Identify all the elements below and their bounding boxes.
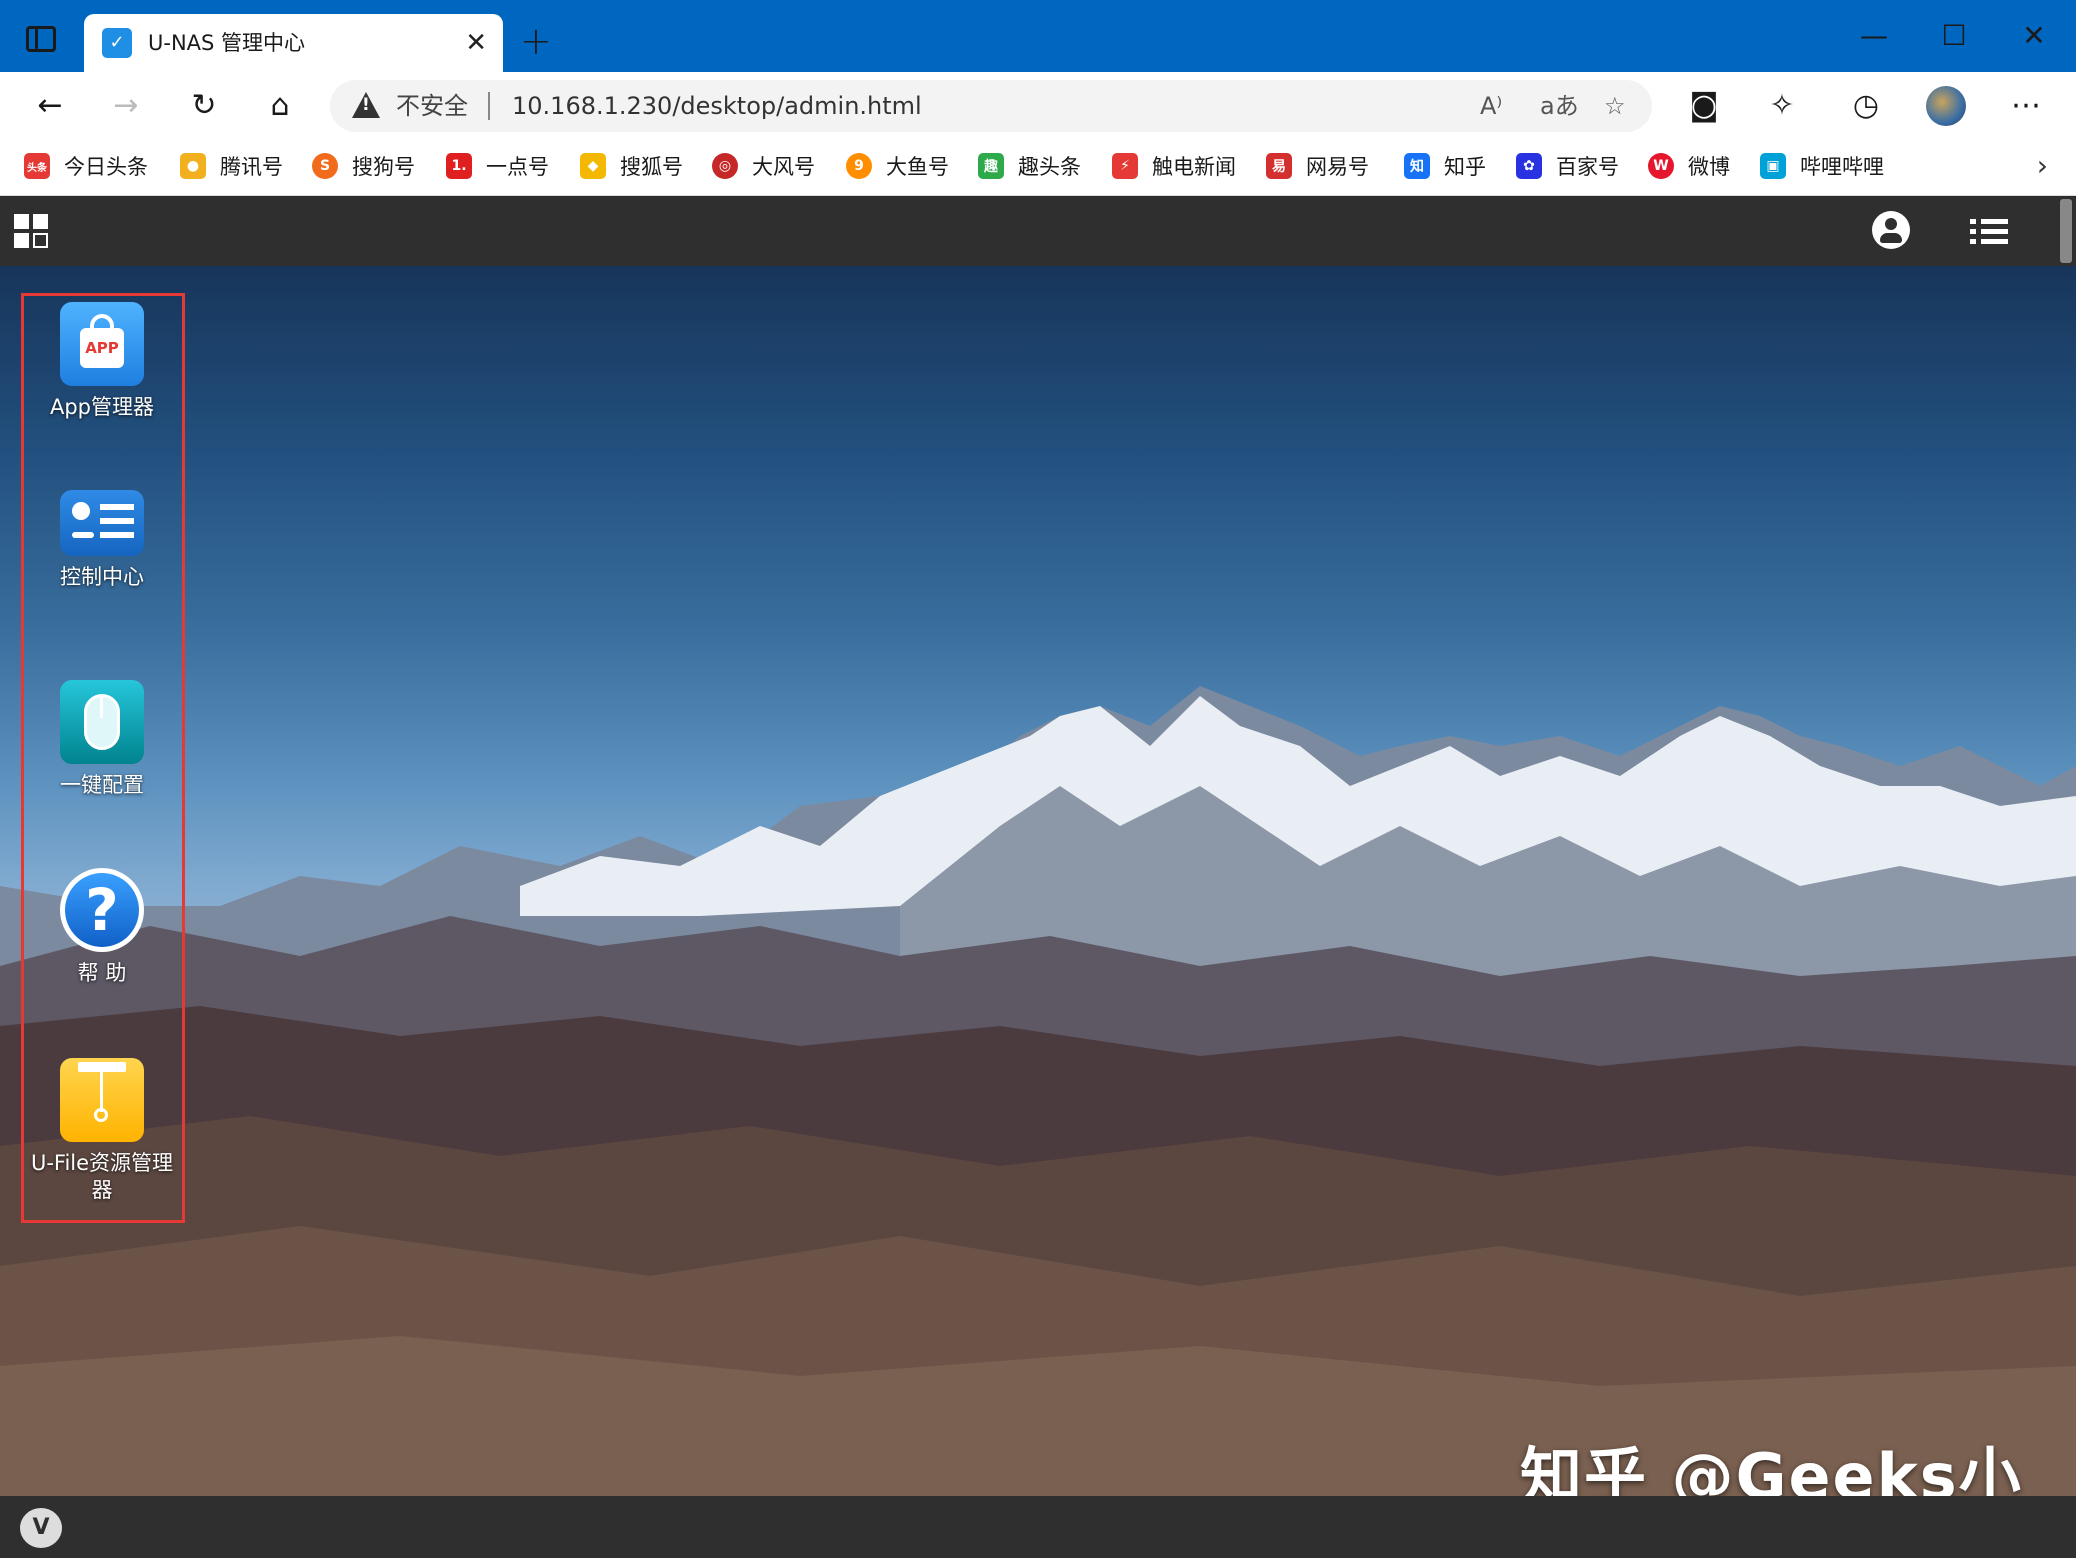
watermark-text: 知乎 @Geeks小树	[1520, 1440, 2023, 1496]
minimize-button[interactable]: —	[1854, 18, 1894, 54]
app-label: App管理器	[49, 395, 155, 419]
close-window-button[interactable]: ✕	[2014, 18, 2054, 54]
bookmark-item[interactable]: 趣趣头条	[978, 150, 1081, 182]
scrollbar[interactable]	[2056, 197, 2076, 266]
qutoutiao-icon: 趣	[978, 153, 1004, 179]
translate-icon[interactable]: aあ	[1540, 90, 1579, 122]
app-label: 一键配置	[60, 773, 144, 797]
sogou-icon: S	[312, 153, 338, 179]
favorites-bar: 头条 今日头条 ● 腾讯号 S 搜狗号 1. 一点号 ◆ 搜狐号 ◎ 大风号 9 大鱼号 趣趣…	[0, 138, 2076, 196]
favorite-add-icon[interactable]: ☆	[1604, 90, 1626, 122]
forward-icon[interactable]: →	[106, 86, 146, 126]
tencent-icon: ●	[180, 153, 206, 179]
help-app[interactable]: ? 帮 助	[24, 868, 180, 987]
nas-taskbar: V	[0, 1496, 2076, 1558]
url-text[interactable]: 10.168.1.230/desktop/admin.html	[512, 90, 922, 122]
bookmark-item[interactable]: ⚡ 触电新闻	[1112, 150, 1236, 182]
toutiao-icon: 头条	[24, 153, 50, 179]
bookmark-item[interactable]: 1. 一点号	[446, 150, 549, 182]
app-label: U-File资源管理器	[30, 1151, 174, 1202]
control-panel-icon	[60, 490, 144, 556]
weibo-icon: W	[1648, 153, 1674, 179]
app-label: 帮 助	[77, 961, 127, 985]
profile-avatar[interactable]	[1926, 86, 1966, 126]
bookmark-label: 大风号	[752, 155, 815, 179]
bookmark-label: 今日头条	[64, 155, 148, 179]
read-aloud-icon[interactable]: A⁾	[1480, 90, 1502, 122]
netease-icon: 易	[1266, 153, 1292, 179]
bookmark-label: 趣头条	[1018, 155, 1081, 179]
mountain-landscape	[0, 686, 2076, 1496]
app-store-icon: APP	[60, 302, 144, 386]
extensions-icon[interactable]: ✧	[1762, 86, 1802, 126]
bookmark-label: 百家号	[1556, 155, 1619, 179]
bookmark-item[interactable]: 头条 今日头条	[24, 150, 148, 182]
desktop-wallpaper: APP App管理器 控制中心 一键配置 ? 帮 助 U-File资源管理器 知…	[0, 266, 2076, 1496]
bookmark-label: 网易号	[1306, 155, 1369, 179]
bookmark-item[interactable]: ✿ 百家号	[1516, 150, 1619, 182]
warning-icon[interactable]	[352, 92, 380, 118]
bookmark-item[interactable]: 易网易号	[1266, 150, 1369, 182]
new-tab-button[interactable]: +	[520, 22, 552, 60]
browser-titlebar: ✓ U-NAS 管理中心 ✕ + — ☐ ✕	[0, 0, 2076, 72]
tab-close-icon[interactable]: ✕	[465, 28, 487, 58]
yidian-icon: 1.	[446, 153, 472, 179]
control-center-app[interactable]: 控制中心	[24, 490, 180, 591]
unas-logo-icon[interactable]: V	[20, 1508, 62, 1548]
dayu-icon: 9	[846, 153, 872, 179]
sohu-icon: ◆	[580, 153, 606, 179]
bookmark-label: 搜狗号	[352, 155, 415, 179]
maximize-button[interactable]: ☐	[1934, 18, 1974, 54]
mouse-icon	[60, 680, 144, 764]
app-label: 控制中心	[60, 565, 144, 589]
bookmark-item[interactable]: ▣ 哔哩哔哩	[1760, 150, 1884, 182]
back-icon[interactable]: ←	[30, 86, 70, 126]
address-bar[interactable]: 不安全 10.168.1.230/desktop/admin.html A⁾ a…	[330, 80, 1652, 132]
help-question-icon: ?	[60, 868, 144, 952]
browser-tab[interactable]: ✓ U-NAS 管理中心 ✕	[84, 14, 503, 72]
tab-actions-icon[interactable]	[26, 26, 56, 52]
tab-title: U-NAS 管理中心	[148, 31, 306, 55]
bookmark-label: 腾讯号	[220, 155, 283, 179]
history-icon[interactable]: ◷	[1846, 86, 1886, 126]
bookmark-item[interactable]: ● 腾讯号	[180, 150, 283, 182]
security-label[interactable]: 不安全	[396, 90, 468, 122]
user-icon[interactable]	[1872, 211, 1910, 249]
ufile-manager-app[interactable]: U-File资源管理器	[24, 1058, 180, 1204]
start-menu-icon[interactable]	[14, 214, 50, 250]
unas-favicon-icon: ✓	[102, 28, 132, 58]
home-icon[interactable]: ⌂	[260, 86, 300, 126]
refresh-icon[interactable]: ↻	[184, 86, 224, 126]
baijia-icon: ✿	[1516, 153, 1542, 179]
bilibili-icon: ▣	[1760, 153, 1786, 179]
zhihu-icon: 知	[1404, 153, 1430, 179]
more-icon[interactable]: ⋯	[2006, 86, 2046, 126]
url-divider	[488, 92, 490, 120]
bookmark-item[interactable]: S 搜狗号	[312, 150, 415, 182]
bookmark-label: 知乎	[1444, 155, 1486, 179]
app-manager-app[interactable]: APP App管理器	[24, 302, 180, 421]
list-menu-icon[interactable]	[1970, 217, 2008, 247]
bookmark-item[interactable]: ◎ 大风号	[712, 150, 815, 182]
bookmark-label: 大鱼号	[886, 155, 949, 179]
folder-icon	[60, 1058, 144, 1142]
bookmark-label: 哔哩哔哩	[1800, 155, 1884, 179]
bookmark-label: 一点号	[486, 155, 549, 179]
bookmark-item[interactable]: 9 大鱼号	[846, 150, 949, 182]
bookmark-label: 微博	[1688, 155, 1730, 179]
nas-header	[0, 197, 2056, 266]
bookmark-item[interactable]: 知知乎	[1404, 150, 1486, 182]
bookmark-item[interactable]: W 微博	[1648, 150, 1730, 182]
chevron-right-icon[interactable]: ›	[2037, 150, 2048, 182]
collections-icon[interactable]: ◙	[1684, 86, 1724, 126]
bookmark-item[interactable]: ◆ 搜狐号	[580, 150, 683, 182]
bookmark-label: 搜狐号	[620, 155, 683, 179]
one-click-setup-app[interactable]: 一键配置	[24, 680, 180, 799]
dafeng-icon: ◎	[712, 153, 738, 179]
bookmark-label: 触电新闻	[1152, 155, 1236, 179]
chudian-icon: ⚡	[1112, 153, 1138, 179]
